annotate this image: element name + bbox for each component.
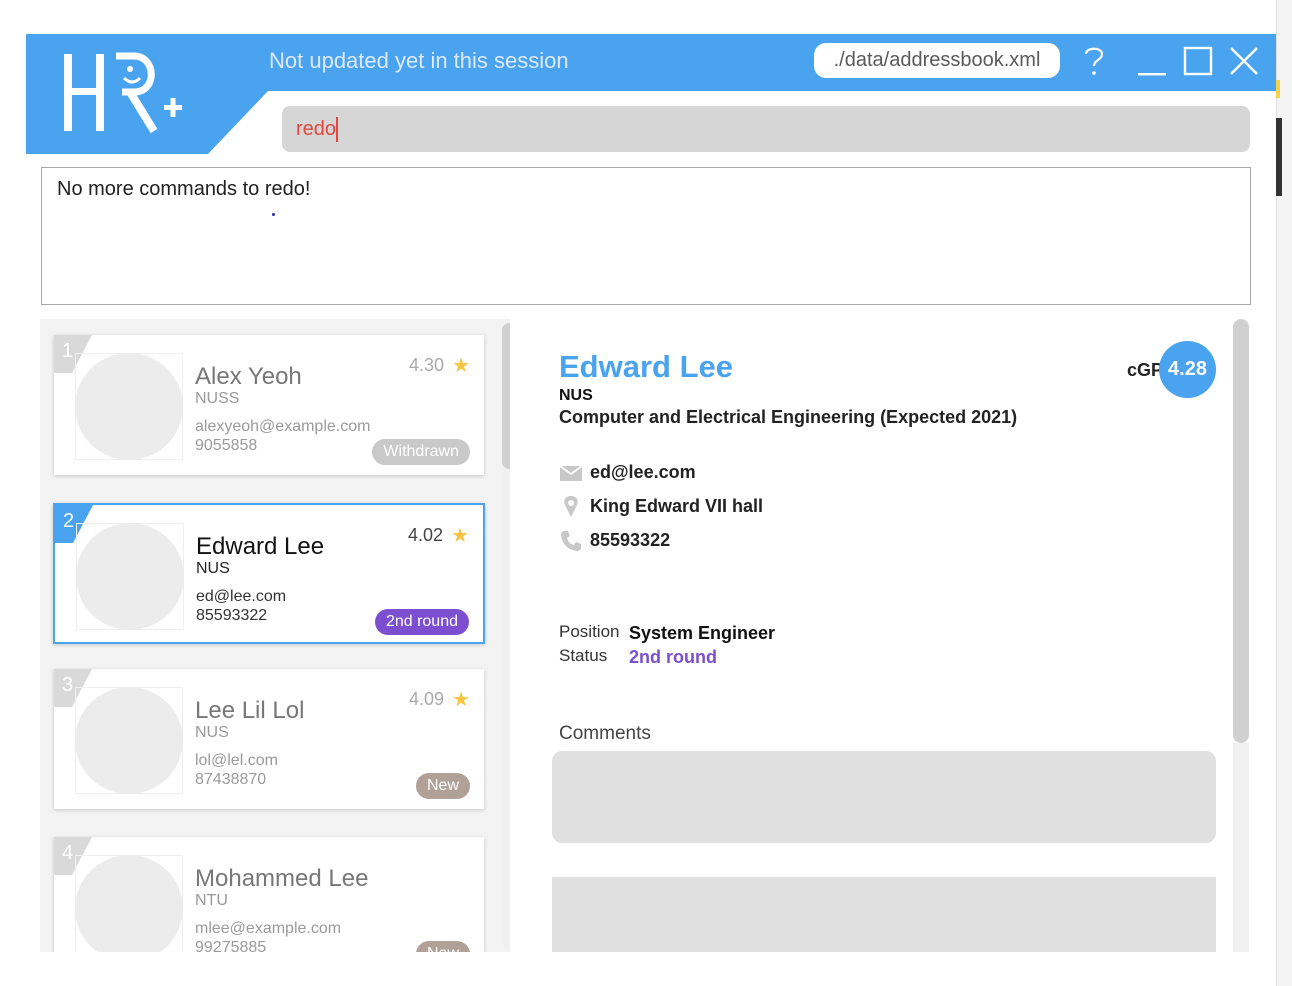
command-input[interactable]: redo bbox=[282, 106, 1250, 152]
candidate-gpa: 4.02 bbox=[407, 525, 443, 545]
card-index: 2 bbox=[63, 510, 75, 532]
maximize-icon[interactable] bbox=[1182, 38, 1214, 84]
card-index: 1 bbox=[62, 340, 74, 362]
candidate-school: NUSS bbox=[195, 390, 240, 407]
candidate-phone: 87438870 bbox=[195, 771, 267, 788]
status-label: Status bbox=[559, 646, 608, 665]
app-logo bbox=[26, 34, 301, 154]
detail-scroll-track[interactable] bbox=[1233, 743, 1249, 952]
list-scrollbar[interactable] bbox=[502, 323, 510, 469]
mail-icon bbox=[559, 461, 583, 490]
candidate-photo bbox=[75, 353, 183, 460]
card-index: 4 bbox=[62, 842, 74, 864]
candidate-phone: 85593322 bbox=[196, 607, 268, 624]
minimize-icon[interactable] bbox=[1136, 38, 1168, 84]
candidate-card[interactable]: 4 Mohammed Lee NTU mlee@example.com 9927… bbox=[54, 837, 484, 952]
status-badge: New bbox=[415, 773, 470, 799]
card-index: 3 bbox=[62, 674, 74, 696]
candidate-phone: 9055858 bbox=[195, 437, 258, 454]
candidate-email: lol@lel.com bbox=[195, 752, 278, 769]
star-icon: ★ bbox=[451, 525, 469, 547]
session-status: Not updated yet in this session bbox=[269, 48, 569, 73]
status-badge: Withdrawn bbox=[372, 439, 470, 465]
cgpa-badge: 4.28 bbox=[1159, 341, 1216, 398]
background-window-fragment bbox=[1276, 80, 1280, 98]
result-artifact-dot bbox=[272, 213, 275, 216]
candidate-gpa: 4.30 bbox=[408, 355, 444, 375]
candidate-gpa: 4.09 bbox=[408, 689, 444, 709]
result-message: No more commands to redo! bbox=[57, 178, 311, 200]
star-icon: ★ bbox=[452, 355, 470, 377]
comment-box[interactable] bbox=[552, 751, 1216, 843]
position-label: Position bbox=[559, 622, 620, 641]
command-input-text: redo bbox=[296, 118, 337, 140]
background-window-fragment bbox=[1276, 118, 1282, 196]
status-value: 2nd round bbox=[629, 647, 717, 667]
status-badge: 2nd round bbox=[374, 609, 469, 635]
candidate-email: mlee@example.com bbox=[195, 920, 342, 937]
status-badge: New bbox=[415, 941, 470, 952]
text-caret bbox=[336, 117, 338, 142]
candidate-name: Alex Yeoh bbox=[195, 363, 302, 390]
close-icon[interactable] bbox=[1227, 38, 1261, 84]
candidate-card-selected[interactable]: 2 Edward Lee NUS ed@lee.com 85593322 4.0… bbox=[53, 503, 485, 644]
candidate-email: ed@lee.com bbox=[196, 588, 287, 605]
candidate-list[interactable]: 1 Alex Yeoh NUSS alexyeoh@example.com 90… bbox=[40, 319, 510, 952]
candidate-name: Edward Lee bbox=[196, 533, 325, 560]
help-icon[interactable] bbox=[1079, 38, 1109, 84]
candidate-photo bbox=[76, 523, 184, 630]
location-pin-icon bbox=[559, 495, 583, 524]
comments-label: Comments bbox=[559, 723, 651, 744]
candidate-card[interactable]: 3 Lee Lil Lol NUS lol@lel.com 87438870 4… bbox=[54, 669, 484, 809]
candidate-photo bbox=[75, 855, 183, 952]
comment-box[interactable] bbox=[552, 877, 1216, 952]
position-value: System Engineer bbox=[629, 623, 776, 643]
candidate-photo bbox=[75, 687, 183, 794]
detail-school: NUS bbox=[559, 387, 593, 404]
candidate-school: NUS bbox=[196, 560, 230, 577]
candidate-name: Lee Lil Lol bbox=[195, 697, 305, 724]
list-scroll-track[interactable] bbox=[502, 469, 510, 949]
phone-icon bbox=[559, 529, 583, 558]
candidate-email: alexyeoh@example.com bbox=[195, 418, 371, 435]
candidate-school: NUS bbox=[195, 724, 229, 741]
result-display[interactable]: No more commands to redo! bbox=[41, 167, 1251, 305]
candidate-phone: 99275885 bbox=[195, 939, 267, 952]
detail-address: King Edward VII hall bbox=[590, 496, 764, 516]
file-path-display: ./data/addressbook.xml bbox=[814, 43, 1060, 78]
detail-email: ed@lee.com bbox=[590, 462, 696, 482]
candidate-school: NTU bbox=[195, 892, 228, 909]
detail-phone: 85593322 bbox=[590, 530, 671, 550]
hr-plus-window: Not updated yet in this session ./data/a… bbox=[26, 34, 1276, 952]
detail-major: Computer and Electrical Engineering (Exp… bbox=[559, 407, 1018, 427]
candidate-card[interactable]: 1 Alex Yeoh NUSS alexyeoh@example.com 90… bbox=[54, 335, 484, 475]
detail-scrollbar[interactable] bbox=[1233, 319, 1249, 743]
candidate-detail-panel: Edward Lee NUS Computer and Electrical E… bbox=[522, 319, 1246, 952]
star-icon: ★ bbox=[452, 689, 470, 711]
detail-name: Edward Lee bbox=[559, 349, 733, 384]
candidate-name: Mohammed Lee bbox=[195, 865, 369, 892]
